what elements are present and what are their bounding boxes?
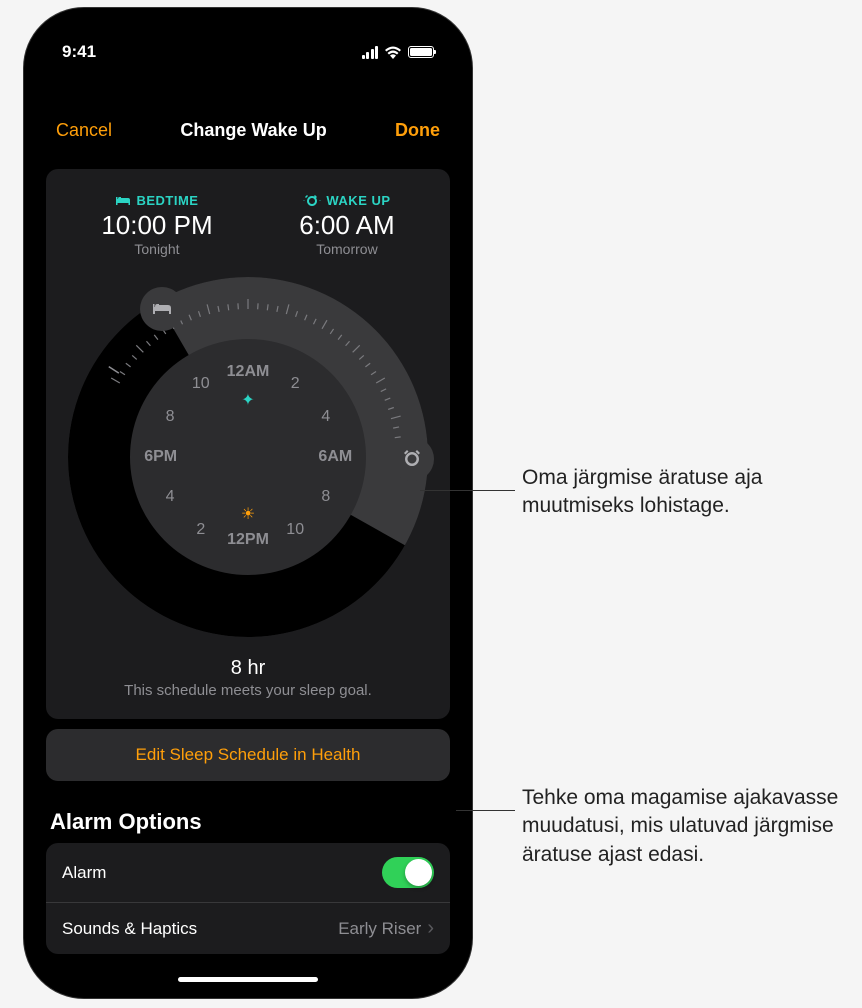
- cellular-signal-icon: [362, 46, 379, 59]
- alarm-icon: [303, 195, 321, 207]
- nav-bar: Cancel Change Wake Up Done: [32, 70, 464, 159]
- page-title: Change Wake Up: [180, 120, 326, 141]
- callout-2: Tehke oma magamise ajakavasse muudatusi,…: [522, 784, 842, 869]
- sounds-value: Early Riser: [338, 919, 421, 939]
- callout-line-2: [456, 810, 515, 811]
- sounds-haptics-row[interactable]: Sounds & Haptics Early Riser ›: [46, 902, 450, 954]
- cancel-button[interactable]: Cancel: [56, 120, 112, 141]
- wakeup-label: WAKE UP: [326, 193, 390, 208]
- phone-frame: 9:41 Cancel Change Wake Up Done: [24, 8, 472, 998]
- wakeup-label-row: WAKE UP: [299, 193, 394, 208]
- done-button[interactable]: Done: [395, 120, 440, 141]
- alarm-toggle-row[interactable]: Alarm: [46, 843, 450, 902]
- bed-icon: [115, 195, 131, 207]
- status-icons: [362, 46, 435, 59]
- battery-icon: [408, 46, 434, 58]
- bedtime-sub: Tonight: [101, 241, 212, 257]
- alarm-label: Alarm: [62, 863, 106, 883]
- phone-screen: 9:41 Cancel Change Wake Up Done: [32, 16, 464, 990]
- duration-message: This schedule meets your sleep goal.: [58, 682, 438, 699]
- wakeup-column: WAKE UP 6:00 AM Tomorrow: [299, 193, 394, 257]
- schedule-card: BEDTIME 10:00 PM Tonight WAKE UP 6:00 AM…: [46, 169, 450, 719]
- sleep-clock[interactable]: 12AM 2 4 6AM 8 10 12PM 2 4 6PM 8 10 ✦ ☀: [68, 277, 428, 637]
- callout-1: Oma järgmise äratuse aja muutmiseks lohi…: [522, 464, 862, 521]
- chevron-right-icon: ›: [427, 917, 434, 940]
- callout-line-1: [420, 490, 515, 491]
- wakeup-handle[interactable]: [390, 437, 434, 481]
- clock-ticks: [68, 277, 428, 637]
- alarm-handle-icon: [400, 450, 424, 468]
- edit-schedule-button[interactable]: Edit Sleep Schedule in Health: [46, 729, 450, 781]
- bedtime-value: 10:00 PM: [101, 210, 212, 241]
- bedtime-column: BEDTIME 10:00 PM Tonight: [101, 193, 212, 257]
- alarm-switch[interactable]: [382, 857, 434, 888]
- bedtime-label-row: BEDTIME: [101, 193, 212, 208]
- home-indicator[interactable]: [178, 977, 318, 982]
- bed-handle-icon: [151, 301, 173, 317]
- alarm-options-header: Alarm Options: [32, 791, 464, 843]
- status-time: 9:41: [62, 42, 96, 62]
- bedtime-label: BEDTIME: [136, 193, 198, 208]
- sounds-detail: Early Riser ›: [338, 917, 434, 940]
- content-area: Cancel Change Wake Up Done BEDTIME 10:00…: [32, 70, 464, 990]
- wakeup-sub: Tomorrow: [299, 241, 394, 257]
- sounds-label: Sounds & Haptics: [62, 919, 197, 939]
- wifi-icon: [384, 46, 402, 59]
- time-summary: BEDTIME 10:00 PM Tonight WAKE UP 6:00 AM…: [58, 193, 438, 257]
- wakeup-value: 6:00 AM: [299, 210, 394, 241]
- duration-row: 8 hr This schedule meets your sleep goal…: [58, 657, 438, 699]
- duration-value: 8 hr: [58, 657, 438, 680]
- dynamic-island: [188, 30, 308, 64]
- bedtime-handle[interactable]: [140, 287, 184, 331]
